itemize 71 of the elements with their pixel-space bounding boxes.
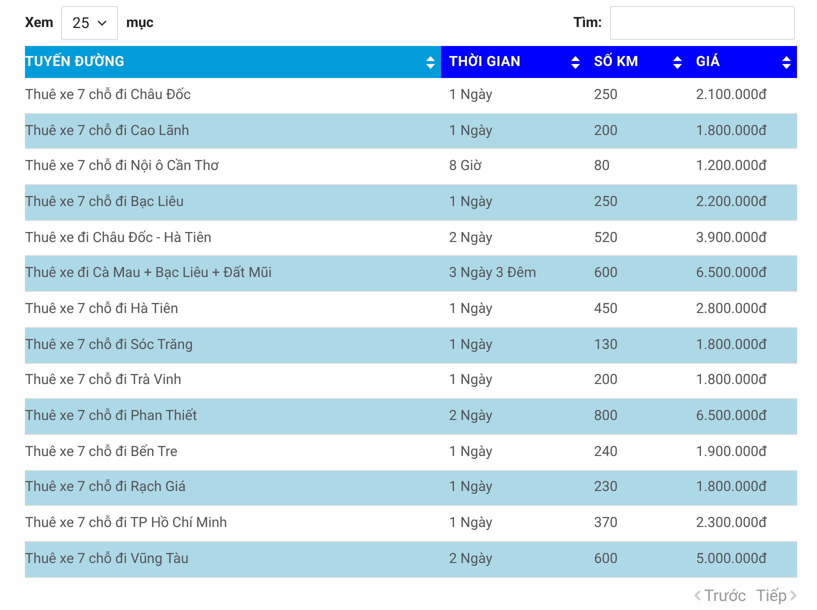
- sort-icon: [571, 56, 580, 68]
- table-cell-text: 5.000.000đ: [696, 550, 767, 569]
- search-field[interactable]: [610, 6, 795, 40]
- table-cell-text: 2.100.000đ: [696, 86, 767, 105]
- table-cell-text: Thuê xe 7 chỗ đi Phan Thiết: [25, 407, 198, 426]
- table-cell-text: 230: [594, 478, 618, 498]
- table-cell-text: 1 Ngày: [449, 300, 492, 319]
- table-cell-text: 130: [594, 336, 618, 355]
- table-cell-text: 800: [594, 407, 618, 426]
- table-cell-text: 80: [594, 157, 610, 176]
- table-cell-text: Thuê xe 7 chỗ đi Hà Tiên: [25, 300, 178, 319]
- table-cell-text: Thuê xe 7 chỗ đi TP Hồ Chí Minh: [25, 514, 228, 534]
- table-cell-text: 600: [594, 264, 618, 284]
- table-cell-text: 200: [594, 122, 618, 141]
- table-cell-text: 6.500.000đ: [696, 264, 767, 284]
- table-cell-text: 1.200.000đ: [696, 157, 767, 176]
- table-cell-text: 2 Ngày: [449, 550, 492, 569]
- entries-label: mục: [126, 14, 154, 32]
- table-cell-text: 3 Ngày 3 Đêm: [449, 264, 536, 284]
- table-cell-text: 2.800.000đ: [696, 300, 767, 319]
- table-cell-text: Thuê xe 7 chỗ đi Bạc Liêu: [25, 192, 184, 212]
- table-cell-text: 1 Ngày: [449, 371, 492, 390]
- table-cell-text: 600: [594, 550, 618, 569]
- table-cell-text: Thuê xe đi Cà Mau + Bạc Liêu + Đất Mũi: [25, 264, 272, 284]
- table-cell-text: 370: [594, 514, 618, 534]
- table-cell-text: 240: [594, 442, 618, 462]
- table-cell-text: 250: [594, 86, 618, 105]
- sort-icon: [426, 56, 435, 68]
- search-label: Tìm:: [573, 14, 602, 32]
- table-cell-text: 250: [594, 192, 618, 212]
- table-cell-text: 1.800.000đ: [696, 371, 767, 390]
- chevron-left-icon: [694, 590, 702, 602]
- table-cell-text: 2 Ngày: [449, 407, 492, 426]
- table-cell-text: 450: [594, 300, 618, 319]
- column-header[interactable]: THỜI GIAN: [441, 46, 586, 78]
- table-cell-text: 1 Ngày: [449, 86, 492, 105]
- table-cell-text: 1 Ngày: [449, 122, 492, 141]
- table-cell-text: Thuê xe 7 chỗ đi Châu Đốc: [25, 86, 191, 105]
- table-cell-text: 1 Ngày: [449, 514, 492, 534]
- sort-icon: [782, 56, 791, 68]
- table-cell-text: 3.900.000đ: [696, 228, 767, 248]
- column-header[interactable]: SỐ KM: [586, 46, 688, 78]
- table-cell-text: Thuê xe 7 chỗ đi Bến Tre: [25, 442, 178, 462]
- page-size-select[interactable]: 25: [61, 6, 118, 40]
- chevron-right-icon: [790, 590, 797, 602]
- table-cell-text: 1.900.000đ: [696, 442, 767, 462]
- table-cell-text: Thuê xe 7 chỗ đi Trà Vinh: [25, 371, 182, 390]
- table-cell-text: 1.800.000đ: [696, 336, 767, 355]
- table-cell-text: 2.200.000đ: [696, 192, 767, 212]
- table-cell-text: 2.300.000đ: [696, 514, 767, 534]
- table-cell-text: 2 Ngày: [449, 228, 492, 248]
- table-cell-text: Thuê xe 7 chỗ đi Cao Lãnh: [25, 122, 190, 141]
- table-cell-text: 1 Ngày: [449, 442, 492, 462]
- column-header[interactable]: GIÁ: [688, 46, 797, 78]
- table-cell-text: 520: [594, 228, 618, 248]
- table-cell-text: 6.500.000đ: [696, 407, 767, 426]
- sort-icon: [673, 56, 682, 68]
- table-cell-text: 1 Ngày: [449, 336, 492, 355]
- table-cell-text: 1 Ngày: [449, 478, 492, 498]
- table-cell-text: Thuê xe đi Châu Đốc - Hà Tiên: [25, 228, 212, 248]
- table-cell-text: Thuê xe 7 chỗ đi Rạch Giá: [25, 478, 186, 498]
- table-cell-text: 1 Ngày: [449, 192, 492, 212]
- table-cell-text: 200: [594, 371, 618, 390]
- table-cell-text: Thuê xe 7 chỗ đi Nội ô Cần Thơ: [25, 157, 218, 176]
- chevron-down-icon: [97, 20, 108, 26]
- table-cell-text: Thuê xe 7 chỗ đi Sóc Trăng: [25, 336, 193, 355]
- show-label: Xem: [25, 14, 54, 32]
- table-cell-text: 1.800.000đ: [696, 122, 767, 141]
- table-cell-text: 1.800.000đ: [696, 478, 767, 498]
- table-cell-text: 8 Giờ: [449, 157, 482, 176]
- table-cell-text: Thuê xe 7 chỗ đi Vũng Tàu: [25, 550, 189, 569]
